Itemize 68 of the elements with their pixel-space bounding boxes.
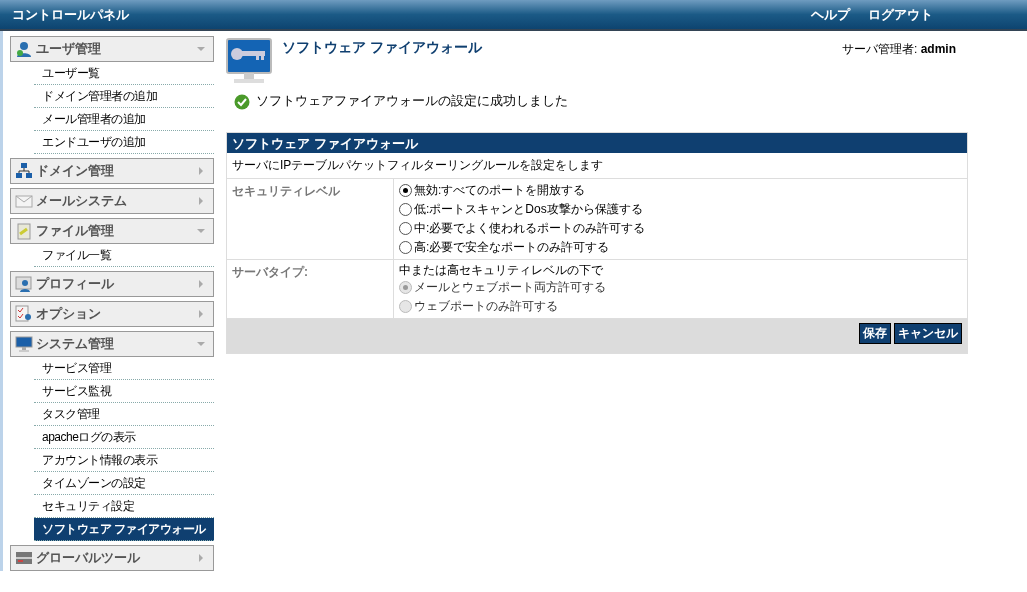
caret-icon xyxy=(197,554,205,562)
field-label: セキュリティレベル xyxy=(227,179,394,259)
header-link[interactable]: ログアウト xyxy=(868,5,933,24)
sidebar-item[interactable]: ソフトウェア ファイアウォール xyxy=(34,518,214,541)
radio-button[interactable] xyxy=(399,184,412,197)
sidebar-item[interactable]: apacheログの表示 xyxy=(34,426,214,449)
radio-button[interactable] xyxy=(399,222,412,235)
field-note: 中または高セキュリティレベルの下で xyxy=(399,262,604,278)
caret-icon xyxy=(197,45,205,53)
radio-label: 低:ポートスキャンとDos攻撃から保護する xyxy=(414,201,643,218)
radio-label: 無効:すべてのポートを開放する xyxy=(414,182,586,199)
panel-description: サーバにIPテーブルパケットフィルターリングルールを設定をします xyxy=(227,153,967,179)
sidebar-item[interactable]: ファイル一覧 xyxy=(34,244,214,267)
panel-title: ソフトウェア ファイアウォール xyxy=(227,133,967,153)
app-title: コントロールパネル xyxy=(12,5,129,24)
sidebar-section[interactable]: プロフィール xyxy=(10,271,214,297)
user-info: サーバ管理者: admin xyxy=(841,41,956,58)
radio-label: メールとウェブポート両方許可する xyxy=(414,279,606,296)
section-label: ユーザ管理 xyxy=(36,40,102,58)
document-icon xyxy=(15,222,33,240)
sidebar-section[interactable]: システム管理 xyxy=(10,331,214,357)
envelope-icon xyxy=(15,192,33,210)
radio-button[interactable] xyxy=(399,241,412,254)
sidebar-item[interactable]: ドメイン管理者の追加 xyxy=(34,85,214,108)
monitor-icon xyxy=(15,335,33,353)
caret-icon xyxy=(197,310,205,318)
radio-label: 中:必要でよく使われるポートのみ許可する xyxy=(414,220,646,237)
sidebar-item[interactable]: タイムゾーンの設定 xyxy=(34,472,214,495)
radio-label: 高:必要で安全なポートのみ許可する xyxy=(414,239,610,256)
save-button[interactable]: 保存 xyxy=(859,323,891,344)
sidebar-section[interactable]: ユーザ管理 xyxy=(10,36,214,62)
caret-icon xyxy=(197,197,205,205)
page-title: ソフトウェア ファイアウォール xyxy=(282,39,483,57)
section-label: ドメイン管理 xyxy=(36,162,115,180)
caret-icon xyxy=(197,227,205,235)
header-link[interactable]: ヘルプ xyxy=(811,5,850,24)
sidebar-section[interactable]: オプション xyxy=(10,301,214,327)
sidebar-item[interactable]: エンドユーザの追加 xyxy=(34,131,214,154)
sidebar-section[interactable]: ファイル管理 xyxy=(10,218,214,244)
sidebar-item[interactable]: タスク管理 xyxy=(34,403,214,426)
sidebar-item[interactable]: メール管理者の追加 xyxy=(34,108,214,131)
section-label: ファイル管理 xyxy=(36,222,115,240)
person-icon xyxy=(15,40,33,58)
checklist-icon xyxy=(15,305,33,323)
caret-icon xyxy=(197,340,205,348)
section-label: システム管理 xyxy=(36,335,115,353)
caret-icon xyxy=(197,167,205,175)
section-label: メールシステム xyxy=(36,192,128,210)
sidebar-section[interactable]: ドメイン管理 xyxy=(10,158,214,184)
toolbox-icon xyxy=(15,549,33,567)
profile-icon xyxy=(15,275,33,293)
sidebar-item[interactable]: ユーザー覧 xyxy=(34,62,214,85)
sidebar-item[interactable]: アカウント情報の表示 xyxy=(34,449,214,472)
sidebar-section[interactable]: メールシステム xyxy=(10,188,214,214)
radio-button[interactable] xyxy=(399,203,412,216)
sidebar-item[interactable]: サービス管理 xyxy=(34,357,214,380)
cancel-button[interactable]: キャンセル xyxy=(894,323,962,344)
sidebar-section[interactable]: グローバルツール xyxy=(10,545,214,571)
section-label: プロフィール xyxy=(36,275,115,293)
caret-icon xyxy=(197,280,205,288)
success-message: ソフトウェアファイアウォールの設定に成功しました xyxy=(256,93,568,110)
sidebar-item[interactable]: サービス監視 xyxy=(34,380,214,403)
section-label: グローバルツール xyxy=(36,549,141,567)
check-icon xyxy=(234,93,250,110)
field-label: サーバタイプ: xyxy=(227,260,394,318)
radio-label: ウェブポートのみ許可する xyxy=(414,298,558,315)
section-label: オプション xyxy=(36,305,102,323)
network-icon xyxy=(15,162,33,180)
